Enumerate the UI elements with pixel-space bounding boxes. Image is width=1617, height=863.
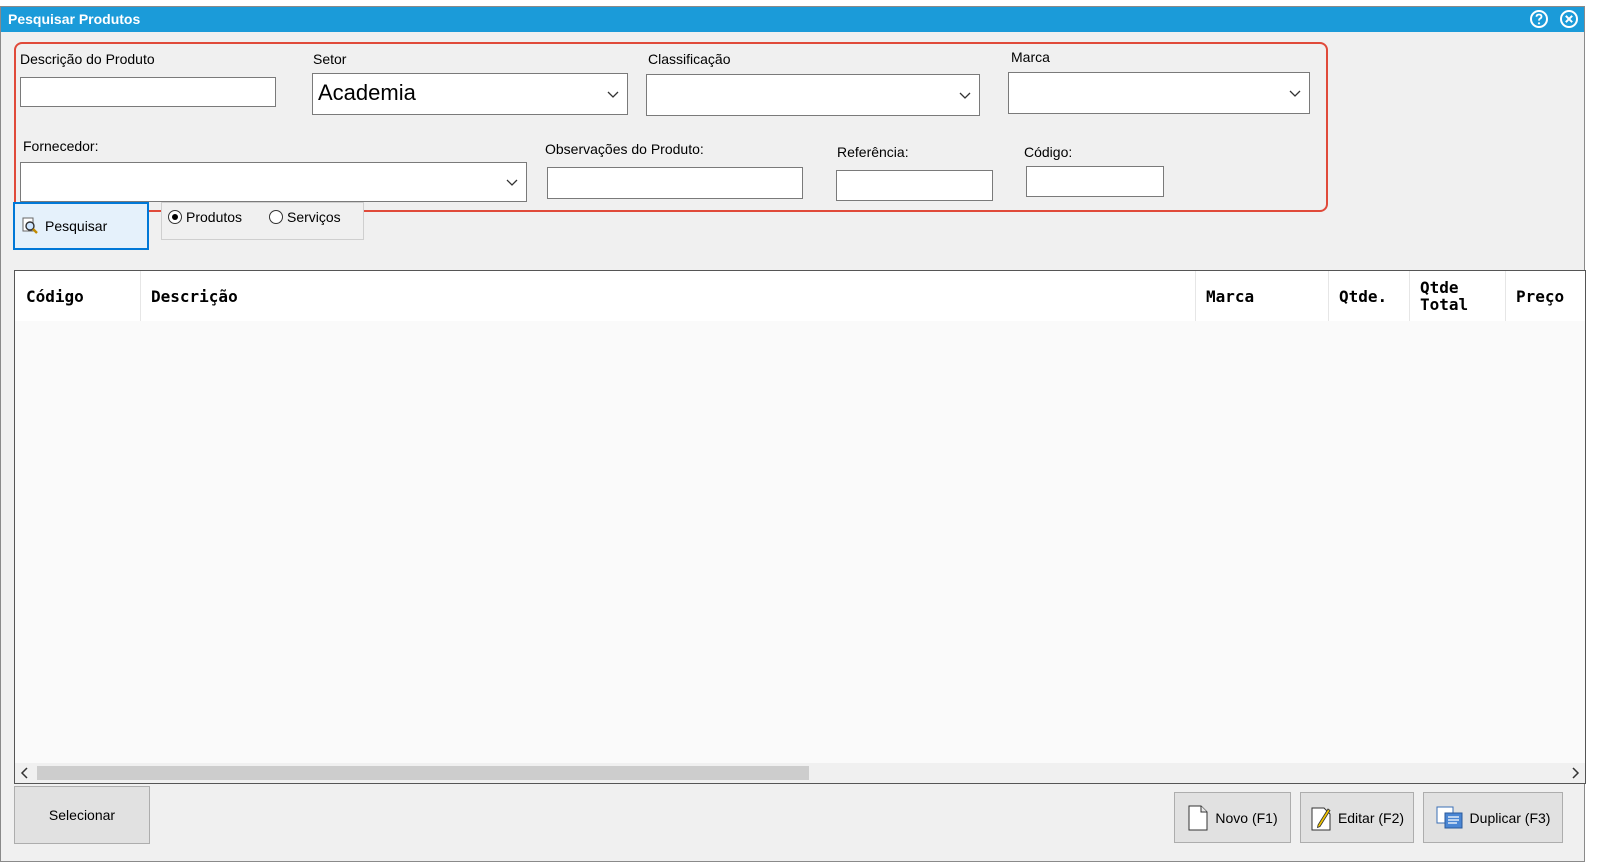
help-icon[interactable] <box>1529 9 1549 29</box>
chevron-down-icon <box>607 91 619 98</box>
observacoes-label: Observações do Produto: <box>545 141 704 157</box>
column-header-marca[interactable]: Marca <box>1195 271 1328 321</box>
type-radio-group: Produtos Serviços <box>161 202 364 240</box>
magnifier-icon <box>22 217 38 234</box>
setor-label: Setor <box>313 51 347 67</box>
selecionar-label: Selecionar <box>48 807 116 823</box>
referencia-label: Referência: <box>837 144 909 160</box>
duplicate-icon <box>1436 806 1463 828</box>
column-header-codigo[interactable]: Código <box>15 271 140 321</box>
search-button[interactable]: Pesquisar <box>13 202 149 250</box>
novo-button[interactable]: Novo (F1) <box>1174 792 1291 843</box>
column-header-descricao[interactable]: Descrição <box>140 271 1195 321</box>
scroll-right-arrow-icon[interactable] <box>1565 763 1585 783</box>
setor-select[interactable]: Academia <box>312 73 628 115</box>
novo-label: Novo (F1) <box>1215 809 1278 826</box>
fornecedor-label: Fornecedor: <box>23 138 99 154</box>
radio-produtos-label: Produtos <box>186 209 243 225</box>
editar-button[interactable]: Editar (F2) <box>1300 792 1414 843</box>
grid-header: Código Descrição Marca Qtde. Qtde Total P… <box>15 271 1585 321</box>
column-header-preco[interactable]: Preço <box>1505 271 1585 321</box>
classificacao-label: Classificação <box>648 51 731 67</box>
search-products-window: Pesquisar Produtos Descrição do Produto … <box>0 6 1586 862</box>
search-button-label: Pesquisar <box>45 218 108 234</box>
chevron-down-icon <box>506 179 518 186</box>
marca-select[interactable] <box>1008 72 1310 114</box>
title-bar: Pesquisar Produtos <box>1 7 1584 32</box>
descricao-input[interactable] <box>20 77 276 107</box>
marca-label: Marca <box>1011 49 1050 65</box>
chevron-down-icon <box>959 92 971 99</box>
radio-servicos-label: Serviços <box>287 209 341 225</box>
setor-value: Academia <box>318 80 416 105</box>
chevron-down-icon <box>1289 90 1301 97</box>
horizontal-scrollbar[interactable] <box>15 763 1585 783</box>
codigo-input[interactable] <box>1026 166 1164 197</box>
referencia-input[interactable] <box>836 170 993 201</box>
edit-document-icon <box>1311 807 1331 830</box>
editar-label: Editar (F2) <box>1337 809 1405 826</box>
codigo-label: Código: <box>1024 144 1073 160</box>
duplicar-label: Duplicar (F3) <box>1469 809 1551 826</box>
fornecedor-select[interactable] <box>20 162 527 202</box>
window-title: Pesquisar Produtos <box>8 11 141 27</box>
document-icon <box>1188 805 1208 830</box>
observacoes-input[interactable] <box>547 167 803 199</box>
radio-produtos[interactable]: Produtos <box>168 209 242 225</box>
selecionar-button[interactable]: Selecionar <box>14 786 150 844</box>
close-icon[interactable] <box>1559 9 1579 29</box>
scrollbar-thumb[interactable] <box>37 766 809 780</box>
scroll-left-arrow-icon[interactable] <box>15 763 35 783</box>
descricao-label: Descrição do Produto <box>20 51 155 67</box>
column-header-qtde-total[interactable]: Qtde Total <box>1409 271 1499 321</box>
duplicar-button[interactable]: Duplicar (F3) <box>1423 792 1563 843</box>
classificacao-select[interactable] <box>646 74 980 116</box>
radio-servicos[interactable]: Serviços <box>269 209 341 225</box>
results-grid[interactable]: Código Descrição Marca Qtde. Qtde Total P… <box>14 270 1586 784</box>
radio-indicator-checked <box>168 210 182 224</box>
column-header-qtde[interactable]: Qtde. <box>1328 271 1409 321</box>
radio-indicator-unchecked <box>269 210 283 224</box>
